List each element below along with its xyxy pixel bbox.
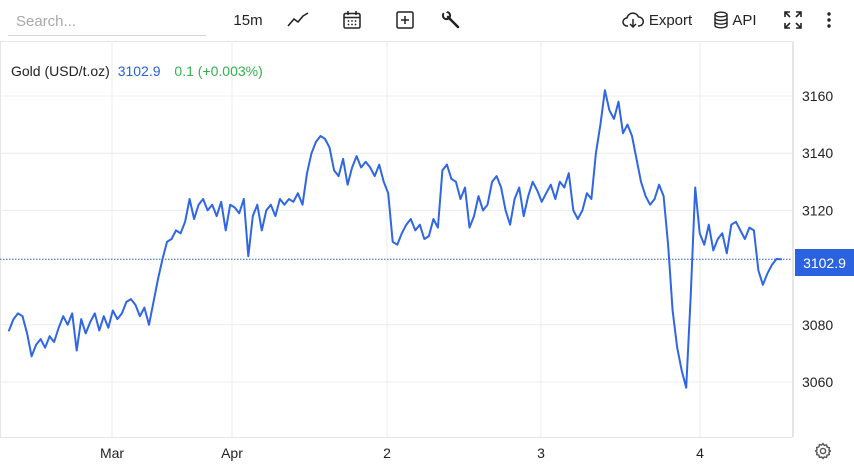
settings-gear-icon[interactable]	[814, 442, 832, 460]
more-options-button[interactable]	[818, 6, 840, 34]
chart-legend: Gold (USD/t.oz) 3102.9 0.1 (+0.003%)	[11, 63, 263, 79]
y-tick-label: 3160	[802, 88, 833, 104]
x-tick-label: 4	[696, 445, 704, 461]
y-tick-label: 3120	[802, 202, 833, 218]
price-chart[interactable]: 3160 3140 3120 3080 3060 Mar Apr 2 3 4	[0, 40, 854, 467]
calendar-icon	[343, 11, 361, 29]
interval-selector[interactable]: 15m	[228, 6, 268, 34]
legend-symbol: Gold (USD/t.oz)	[11, 63, 110, 79]
cloud-download-icon	[622, 12, 644, 29]
database-icon	[714, 11, 729, 29]
more-vertical-icon	[827, 12, 831, 28]
chart-type-button[interactable]	[284, 6, 312, 34]
tools-button[interactable]	[438, 6, 464, 34]
y-tick-label: 3080	[802, 317, 833, 333]
api-button[interactable]: API	[710, 6, 760, 34]
last-price-tag: 3102.9	[795, 249, 854, 276]
x-tick-label: Apr	[221, 445, 243, 461]
legend-price: 3102.9	[117, 63, 161, 79]
add-indicator-button[interactable]	[392, 6, 418, 34]
fullscreen-button[interactable]	[780, 6, 806, 34]
plus-square-icon	[396, 11, 414, 29]
y-tick-label: 3140	[802, 145, 833, 161]
line-chart-icon	[287, 12, 309, 27]
export-button[interactable]: Export	[620, 6, 694, 34]
y-tick-label: 3060	[802, 374, 833, 390]
legend-change: 0.1 (+0.003%)	[174, 63, 263, 79]
fullscreen-icon	[784, 11, 802, 29]
x-tick-label: 2	[383, 445, 391, 461]
plot-border	[0, 41, 793, 438]
chart-toolbar: 15m	[0, 0, 854, 40]
interval-label: 15m	[233, 11, 263, 29]
x-tick-label: 3	[537, 445, 545, 461]
search-input[interactable]	[8, 8, 206, 36]
export-label: Export	[648, 11, 693, 29]
wrench-icon	[441, 10, 460, 29]
date-range-button[interactable]	[339, 6, 365, 34]
api-label: API	[732, 11, 757, 29]
x-tick-label: Mar	[100, 445, 124, 461]
price-series-line	[8, 89, 782, 389]
